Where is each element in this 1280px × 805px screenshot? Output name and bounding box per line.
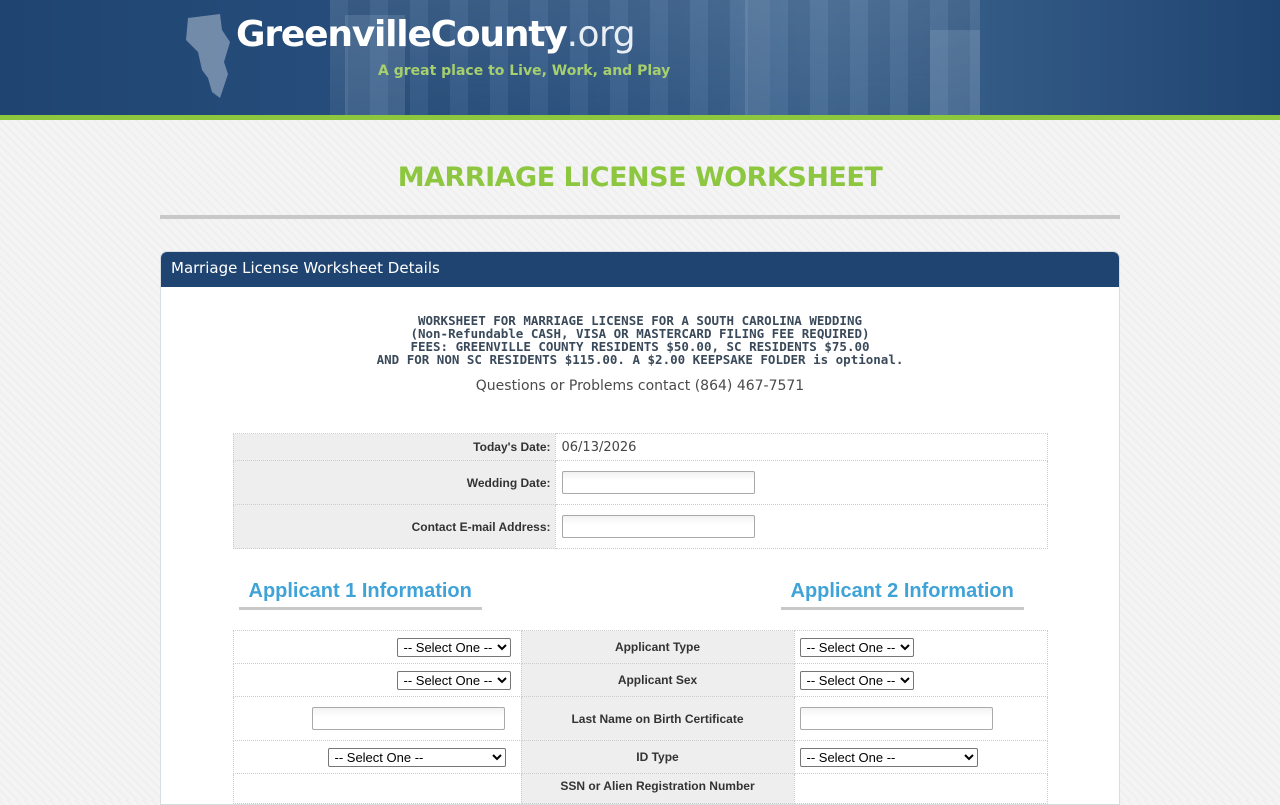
applicant-1-type-select[interactable]: -- Select One -- (396, 637, 511, 657)
logo-text: GreenvilleCounty.org (236, 14, 636, 55)
applicant-1-last-name-input[interactable] (311, 707, 505, 730)
ssn-label: SSN or Alien Registration Number (520, 773, 795, 804)
county-map-icon (186, 14, 230, 98)
email-input[interactable] (561, 515, 755, 538)
applicant-2-sex-select[interactable]: -- Select One -- (799, 670, 914, 690)
todays-date-label: Today's Date: (232, 433, 556, 461)
fee-notice: WORKSHEET FOR MARRIAGE LICENSE FOR A SOU… (161, 314, 1119, 366)
panel-title: Marriage License Worksheet Details (161, 252, 1119, 287)
applicant-table: -- Select One -- Applicant Type -- Selec… (232, 630, 1048, 804)
applicant-type-label: Applicant Type (520, 630, 795, 664)
applicant-sex-label: Applicant Sex (520, 663, 795, 697)
main-content: MARRIAGE LICENSE WORKSHEET Marriage Lice… (160, 120, 1120, 805)
id-type-label: ID Type (520, 740, 795, 774)
last-name-label: Last Name on Birth Certificate (520, 696, 795, 741)
todays-date-value: 06/13/2026 (554, 433, 1048, 461)
applicant-1-sex-select[interactable]: -- Select One -- (396, 670, 511, 690)
applicant-2-last-name-input[interactable] (799, 707, 993, 730)
title-divider (160, 215, 1120, 219)
applicant-1-id-type-select[interactable]: -- Select One -- (327, 747, 506, 767)
applicant-1-ssn-cell (232, 773, 522, 804)
applicant-1-heading: Applicant 1 Information (238, 580, 482, 610)
general-info-table: Today's Date: 06/13/2026 Wedding Date: C… (232, 433, 1048, 549)
notice-line: AND FOR NON SC RESIDENTS $115.00. A $2.0… (376, 352, 904, 367)
worksheet-panel: Marriage License Worksheet Details WORKS… (160, 251, 1120, 805)
applicant-2-ssn-cell (793, 773, 1048, 804)
tagline: A great place to Live, Work, and Play (378, 63, 671, 79)
applicant-2-type-select[interactable]: -- Select One -- (799, 637, 914, 657)
contact-info: Questions or Problems contact (864) 467-… (475, 378, 805, 394)
building-silhouette (930, 30, 980, 115)
wedding-date-label: Wedding Date: (232, 460, 556, 505)
applicant-2-heading: Applicant 2 Information (780, 580, 1024, 610)
page-title: MARRIAGE LICENSE WORKSHEET (397, 162, 883, 193)
applicant-2-id-type-select[interactable]: -- Select One -- (799, 747, 978, 767)
site-logo[interactable]: GreenvilleCounty.org A great place to Li… (180, 0, 780, 115)
wedding-date-input[interactable] (561, 471, 755, 494)
email-label: Contact E-mail Address: (232, 504, 556, 549)
applicant-headings: Applicant 1 Information Applicant 2 Info… (233, 549, 1048, 611)
site-header: GreenvilleCounty.org A great place to Li… (0, 0, 1280, 115)
